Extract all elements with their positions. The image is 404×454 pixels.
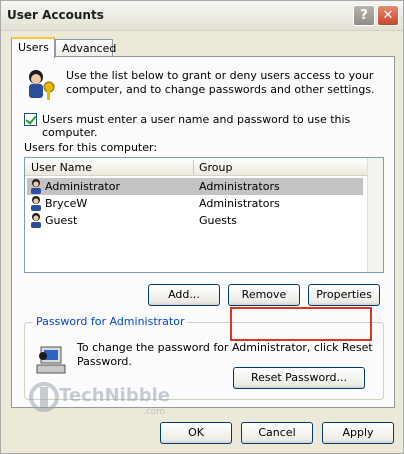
title-bar: User Accounts ? ✕ <box>1 1 403 31</box>
user-icon <box>31 213 41 228</box>
properties-button[interactable]: Properties <box>308 284 380 306</box>
users-list[interactable]: User Name Group Administrator Administra… <box>24 157 384 273</box>
list-header: User Name Group <box>25 158 367 176</box>
list-scrollbar[interactable] <box>367 158 383 272</box>
user-name: Administrator <box>45 180 120 193</box>
reset-password-highlight <box>230 307 372 341</box>
watermark-logo-icon <box>29 382 59 412</box>
user-row-administrator[interactable]: Administrator Administrators <box>27 178 363 195</box>
help-button[interactable]: ? <box>353 5 375 26</box>
close-button[interactable]: ✕ <box>377 5 399 26</box>
ok-button[interactable]: OK <box>160 422 232 444</box>
user-group: Administrators <box>199 180 280 193</box>
user-icon <box>31 179 41 194</box>
user-row-brycew[interactable]: BryceW Administrators <box>27 195 363 212</box>
column-header-user-name[interactable]: User Name <box>31 161 92 174</box>
window-title: User Accounts <box>7 8 104 22</box>
password-instructions: To change the password for Administrator… <box>77 341 373 368</box>
column-header-group[interactable]: Group <box>199 161 233 174</box>
watermark-sub: .com <box>143 407 166 417</box>
watermark-text: TechNibble <box>59 385 170 406</box>
computer-icon <box>36 346 66 374</box>
password-group-legend: Password for Administrator <box>33 315 188 328</box>
tab-advanced[interactable]: Advanced <box>55 39 116 57</box>
users-keys-icon <box>29 70 55 100</box>
tab-users[interactable]: Users <box>11 37 55 58</box>
user-group: Guests <box>199 214 238 227</box>
apply-button[interactable]: Apply <box>322 422 394 444</box>
require-login-checkbox[interactable] <box>24 113 37 126</box>
user-accounts-window: User Accounts ? ✕ Users Advanced Use the… <box>0 0 404 454</box>
user-group: Administrators <box>199 197 280 210</box>
technibble-watermark: TechNibble .com <box>29 377 179 421</box>
user-row-guest[interactable]: Guest Guests <box>27 212 363 229</box>
user-name: BryceW <box>45 197 88 210</box>
require-login-label[interactable]: Users must enter a user name and passwor… <box>42 113 394 139</box>
users-tab-panel: Use the list below to grant or deny user… <box>11 56 395 408</box>
column-divider[interactable] <box>193 160 194 174</box>
remove-button[interactable]: Remove <box>228 284 300 306</box>
reset-password-button[interactable]: Reset Password... <box>233 367 365 389</box>
cancel-button[interactable]: Cancel <box>241 422 313 444</box>
user-name: Guest <box>45 214 78 227</box>
user-icon <box>31 196 41 211</box>
add-button[interactable]: Add... <box>148 284 220 306</box>
intro-text: Use the list below to grant or deny user… <box>66 69 375 96</box>
users-list-label: Users for this computer: <box>24 141 158 154</box>
